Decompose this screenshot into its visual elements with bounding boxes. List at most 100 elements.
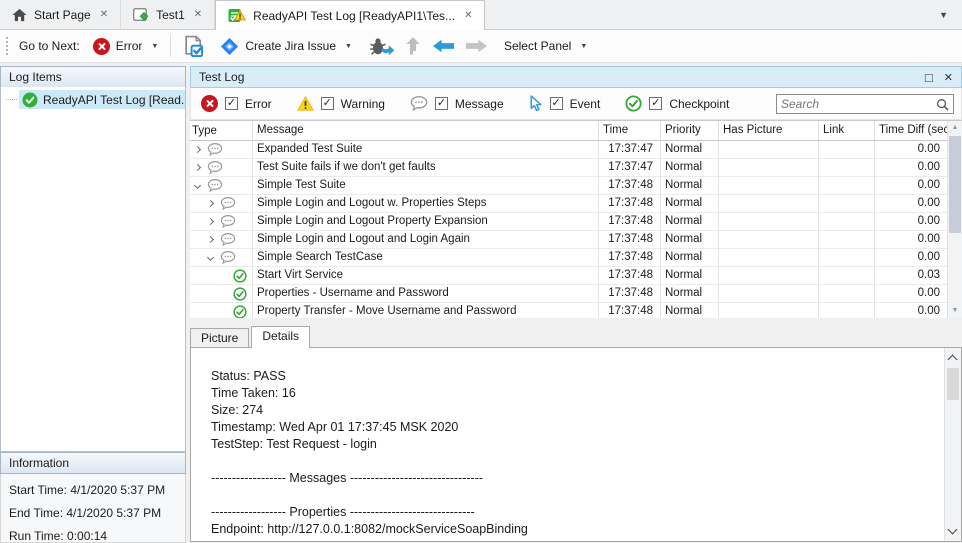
scrollbar-thumb[interactable]: [949, 136, 961, 233]
log-row[interactable]: Properties - Username and Password 17:37…: [190, 285, 947, 303]
tab-overflow-chevron-icon[interactable]: [939, 10, 962, 20]
type-cell: [190, 195, 253, 213]
message-bubble-icon: [220, 233, 236, 246]
log-row[interactable]: Simple Login and Logout Property Expansi…: [190, 213, 947, 231]
test-log-panel: Test Log Error Warning: [190, 66, 962, 543]
select-panel-label: Select Panel: [504, 39, 571, 53]
expander-icon[interactable]: [207, 200, 214, 207]
scroll-up-icon[interactable]: [948, 121, 962, 135]
event-checkbox[interactable]: [550, 97, 563, 110]
time-diff-cell: 0.03: [875, 267, 947, 285]
tab-start-page[interactable]: Start Page: [0, 0, 121, 29]
expander-icon[interactable]: [194, 146, 201, 153]
details-scrollbar[interactable]: [944, 348, 961, 541]
has-picture-cell: [719, 159, 819, 177]
log-row[interactable]: Simple Login and Logout and Login Again …: [190, 231, 947, 249]
create-jira-issue-button[interactable]: Create Jira Issue: [215, 34, 357, 59]
log-row[interactable]: Simple Test Suite 17:37:48 Normal 0.00: [190, 177, 947, 195]
log-row[interactable]: Simple Search TestCase 17:37:48 Normal 0…: [190, 249, 947, 267]
chevron-down-icon[interactable]: [151, 43, 158, 50]
information-panel: Start Time: 4/1/2020 5:37 PM End Time: 4…: [0, 474, 186, 543]
go-to-next-error-button[interactable]: Error: [88, 35, 164, 58]
message-cell: Property Transfer - Move Username and Pa…: [253, 303, 599, 319]
debug-step-icon-button[interactable]: [363, 33, 400, 60]
column-header-time-diff[interactable]: Time Diff (sec): [875, 121, 947, 140]
message-bubble-icon: [207, 161, 223, 174]
message-cell: Expanded Test Suite: [253, 141, 599, 159]
tree-item-readyapi-test-log[interactable]: ReadyAPI Test Log [Read...: [1, 90, 185, 109]
close-icon[interactable]: [464, 10, 472, 21]
link-cell: [819, 267, 875, 285]
error-label: Error: [116, 39, 143, 53]
priority-cell: Normal: [661, 303, 719, 319]
run-time-text: Run Time: 0:00:14: [9, 529, 177, 543]
log-row[interactable]: Expanded Test Suite 17:37:47 Normal 0.00: [190, 141, 947, 159]
column-header-has-picture[interactable]: Has Picture: [719, 121, 819, 140]
navigate-forward-button[interactable]: [460, 35, 493, 57]
expander-icon[interactable]: [194, 164, 201, 171]
column-header-link[interactable]: Link: [819, 121, 875, 140]
close-icon[interactable]: [944, 71, 953, 84]
column-header-priority[interactable]: Priority: [661, 121, 719, 140]
tab-test1[interactable]: Test1: [121, 0, 215, 29]
filter-label: Error: [245, 97, 272, 111]
type-cell: [190, 285, 253, 303]
close-icon[interactable]: [194, 9, 202, 20]
expander-icon[interactable]: [194, 182, 201, 189]
toolbar-grip[interactable]: [6, 37, 11, 55]
log-row[interactable]: Test Suite fails if we don't get faults …: [190, 159, 947, 177]
expander-icon[interactable]: [207, 236, 214, 243]
create-report-button[interactable]: [178, 32, 209, 61]
warning-checkbox[interactable]: [321, 97, 334, 110]
scroll-up-icon[interactable]: [948, 355, 958, 365]
checkpoint-checkbox[interactable]: [649, 97, 662, 110]
time-diff-cell: 0.00: [875, 231, 947, 249]
has-picture-cell: [719, 303, 819, 319]
priority-cell: Normal: [661, 249, 719, 267]
step-out-button[interactable]: [400, 33, 427, 59]
tab-details[interactable]: Details: [251, 326, 310, 348]
close-icon[interactable]: [100, 9, 108, 20]
table-scrollbar[interactable]: [947, 121, 962, 318]
chevron-down-icon[interactable]: [580, 43, 587, 50]
has-picture-cell: [719, 285, 819, 303]
link-cell: [819, 303, 875, 319]
message-cell: Simple Login and Logout and Login Again: [253, 231, 599, 249]
tab-label: Test1: [156, 8, 185, 22]
navigate-back-button[interactable]: [427, 35, 460, 57]
expander-icon[interactable]: [207, 218, 214, 225]
time-diff-cell: 0.00: [875, 249, 947, 267]
filter-checkpoint[interactable]: Checkpoint: [625, 95, 729, 112]
scroll-down-icon[interactable]: [948, 304, 962, 318]
expander-icon[interactable]: [207, 254, 214, 261]
time-cell: 17:37:47: [599, 159, 661, 177]
error-checkbox[interactable]: [225, 97, 238, 110]
maximize-icon[interactable]: [925, 70, 933, 85]
scrollbar-thumb[interactable]: [947, 368, 959, 400]
tab-picture[interactable]: Picture: [190, 328, 249, 347]
filter-event[interactable]: Event: [529, 95, 601, 112]
column-header-type[interactable]: Type: [190, 121, 253, 140]
chevron-down-icon[interactable]: [345, 43, 352, 50]
scroll-down-icon[interactable]: [948, 525, 958, 535]
log-row[interactable]: Property Transfer - Move Username and Pa…: [190, 303, 947, 318]
log-row[interactable]: Start Virt Service 17:37:48 Normal 0.03: [190, 267, 947, 285]
tab-readyapi-test-log[interactable]: ReadyAPI Test Log [ReadyAPI1\Tes...: [215, 0, 485, 30]
message-cell: Simple Search TestCase: [253, 249, 599, 267]
test-log-title: Test Log: [199, 70, 914, 84]
link-cell: [819, 159, 875, 177]
message-checkbox[interactable]: [435, 97, 448, 110]
filter-message[interactable]: Message: [410, 96, 504, 111]
has-picture-cell: [719, 177, 819, 195]
column-header-message[interactable]: Message: [253, 121, 599, 140]
filter-warning[interactable]: Warning: [297, 96, 385, 111]
test-log-icon: [228, 8, 246, 23]
document-check-icon: [183, 35, 204, 58]
filter-error[interactable]: Error: [201, 95, 272, 112]
search-input[interactable]: [777, 97, 936, 111]
select-panel-button[interactable]: Select Panel: [499, 36, 592, 56]
column-header-time[interactable]: Time: [599, 121, 661, 140]
search-icon[interactable]: [936, 98, 949, 111]
filter-label: Checkpoint: [669, 97, 729, 111]
log-row[interactable]: Simple Login and Logout w. Properties St…: [190, 195, 947, 213]
